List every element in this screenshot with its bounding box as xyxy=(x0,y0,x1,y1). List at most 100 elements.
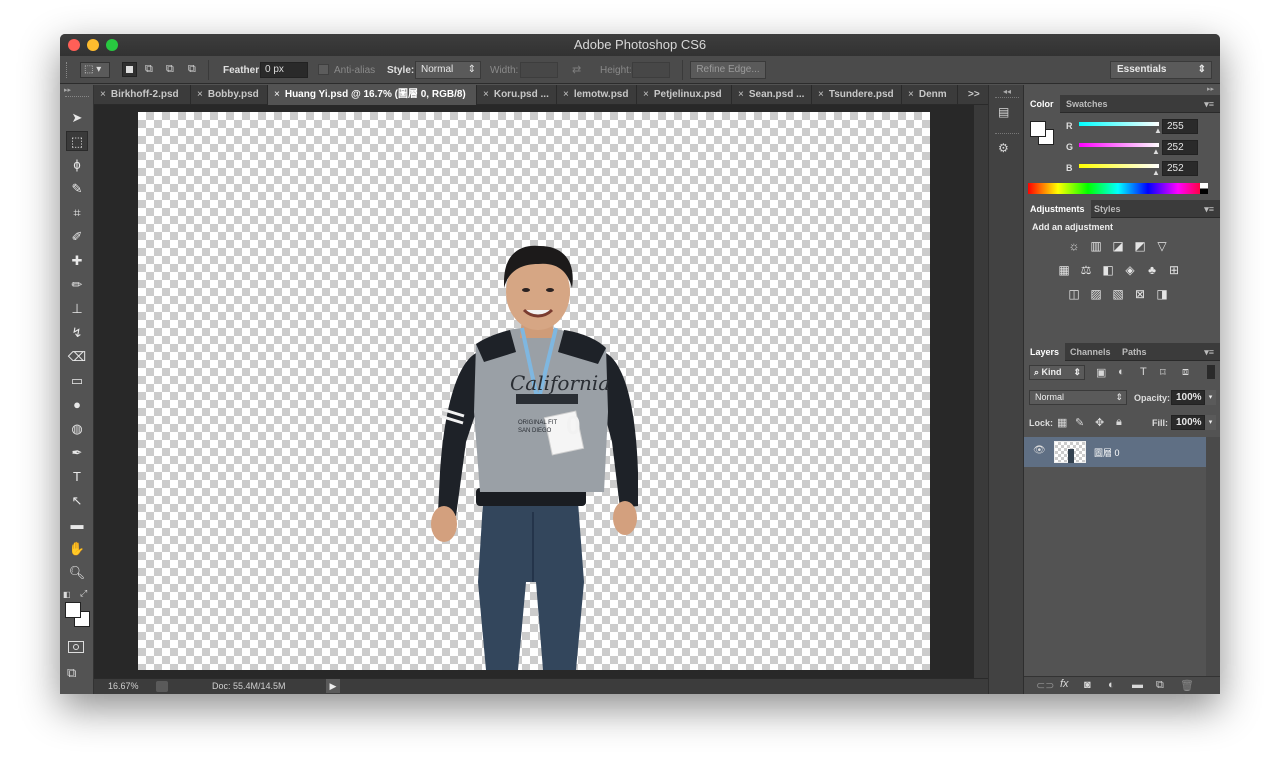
r-slider[interactable] xyxy=(1079,122,1159,126)
grip-handle[interactable] xyxy=(65,96,89,97)
close-tab-icon[interactable]: × xyxy=(197,89,203,100)
panel-menu-icon[interactable]: ▾≡ xyxy=(1204,200,1214,218)
tab-adjustments[interactable]: Adjustments xyxy=(1024,200,1091,218)
b-value-input[interactable]: 252 xyxy=(1162,161,1198,176)
rectangle-tool-icon[interactable]: ▬ xyxy=(66,515,88,535)
status-menu-arrow-icon[interactable]: ▶ xyxy=(326,679,340,693)
tab-channels[interactable]: Channels xyxy=(1064,343,1117,361)
add-mask-icon[interactable]: ◙ xyxy=(1084,679,1091,691)
filter-adjustment-icon[interactable]: ◐ xyxy=(1118,366,1125,378)
height-input[interactable] xyxy=(632,62,670,78)
photo-filter-icon[interactable]: ◈ xyxy=(1122,263,1138,277)
blend-mode-select[interactable]: Normal ⇕ xyxy=(1029,390,1127,405)
eye-visibility-icon[interactable]: 👁︎ xyxy=(1033,445,1046,456)
tab-layers[interactable]: Layers xyxy=(1024,343,1066,361)
pen-tool-icon[interactable]: ✒ xyxy=(66,443,88,463)
tab-birkhoff[interactable]: × Birkhoff-2.psd xyxy=(94,85,191,105)
panel-menu-icon[interactable]: ▾≡ xyxy=(1204,95,1214,113)
tab-koru[interactable]: × Koru.psd ... xyxy=(477,85,557,105)
lasso-tool-icon[interactable]: ϕ xyxy=(66,155,88,175)
tool-preset-picker[interactable]: ⬚ ▾ xyxy=(80,62,110,78)
screen-mode-icon[interactable]: ⧉ xyxy=(67,665,76,681)
tab-paths[interactable]: Paths xyxy=(1116,343,1153,361)
hue-saturation-icon[interactable]: ▦ xyxy=(1056,263,1072,277)
lock-all-icon[interactable]: 🔒︎ xyxy=(1116,416,1122,429)
invert-icon[interactable]: ◫ xyxy=(1066,287,1082,301)
b-slider-thumb-icon[interactable]: ▲ xyxy=(1152,168,1160,177)
quick-selection-tool-icon[interactable]: ✎ xyxy=(66,179,88,199)
tab-color[interactable]: Color xyxy=(1024,95,1060,113)
quick-mask-icon[interactable] xyxy=(68,641,84,653)
color-lookup-icon[interactable]: ⊞ xyxy=(1166,263,1182,277)
tab-petjelinux[interactable]: × Petjelinux.psd xyxy=(637,85,732,105)
posterize-icon[interactable]: ▨ xyxy=(1088,287,1104,301)
r-slider-thumb-icon[interactable]: ▲ xyxy=(1154,126,1162,135)
filter-kind-select[interactable]: ⌕ Kind ⇕ xyxy=(1029,365,1085,380)
collapse-tools-icon[interactable]: ▸▸ xyxy=(64,86,71,94)
crop-tool-icon[interactable]: ⌗ xyxy=(66,203,88,223)
layers-scrollbar[interactable] xyxy=(1206,437,1220,677)
history-panel-icon[interactable]: ▤ xyxy=(998,105,1009,119)
selective-color-icon[interactable]: ⊠ xyxy=(1132,287,1148,301)
path-selection-tool-icon[interactable]: ↖ xyxy=(66,491,88,511)
trash-icon[interactable]: 🗑︎ xyxy=(1180,679,1194,692)
dodge-tool-icon[interactable]: ◍ xyxy=(66,419,88,439)
channel-mixer-icon[interactable]: ♣ xyxy=(1144,263,1160,277)
levels-icon[interactable]: ▥ xyxy=(1088,239,1104,253)
panel-menu-icon[interactable]: ▾≡ xyxy=(1204,343,1214,361)
lock-image-icon[interactable]: ✎ xyxy=(1075,416,1084,429)
type-tool-icon[interactable]: T xyxy=(66,467,88,487)
default-colors-icon[interactable]: ◧ xyxy=(63,590,71,599)
brush-tool-icon[interactable]: ✏ xyxy=(66,275,88,295)
g-value-input[interactable]: 252 xyxy=(1162,140,1198,155)
b-slider[interactable] xyxy=(1079,164,1159,168)
properties-panel-icon[interactable]: ⚙ xyxy=(998,141,1009,155)
anti-alias-checkbox[interactable] xyxy=(318,64,329,75)
gradient-tool-icon[interactable]: ▭ xyxy=(66,371,88,391)
filter-shape-icon[interactable]: ⌑ xyxy=(1160,366,1166,379)
tab-tsundere[interactable]: × Tsundere.psd xyxy=(812,85,902,105)
filter-toggle[interactable] xyxy=(1207,365,1215,379)
zoom-window-button[interactable] xyxy=(106,39,118,51)
close-tab-icon[interactable]: × xyxy=(100,89,106,100)
filter-pixel-icon[interactable]: ▣ xyxy=(1096,366,1106,379)
new-group-icon[interactable]: ▬ xyxy=(1132,679,1143,691)
healing-brush-tool-icon[interactable]: ✚ xyxy=(66,251,88,271)
rectangular-marquee-tool-icon[interactable]: ⬚ xyxy=(66,131,88,151)
tab-denm[interactable]: × Denm xyxy=(902,85,958,105)
close-tab-icon[interactable]: × xyxy=(908,89,914,100)
g-slider-thumb-icon[interactable]: ▲ xyxy=(1152,147,1160,156)
brightness-contrast-icon[interactable]: ☼ xyxy=(1066,239,1082,253)
new-selection-icon[interactable] xyxy=(122,62,137,77)
hand-tool-icon[interactable]: ✋ xyxy=(66,539,88,559)
expand-dock-icon[interactable]: ◂◂ xyxy=(1003,87,1011,96)
new-layer-icon[interactable]: ⧉ xyxy=(1156,679,1164,692)
tab-lemotw[interactable]: × lemotw.psd xyxy=(557,85,637,105)
clone-stamp-tool-icon[interactable]: ⊥ xyxy=(66,299,88,319)
curves-icon[interactable]: ◪ xyxy=(1110,239,1126,253)
close-tab-icon[interactable]: × xyxy=(563,89,569,100)
exposure-icon[interactable]: ◩ xyxy=(1132,239,1148,253)
tab-overflow-button[interactable]: >> xyxy=(968,85,980,105)
layer-name[interactable]: 圖層 0 xyxy=(1094,446,1120,459)
link-layers-icon[interactable]: ⊂⊃ xyxy=(1036,679,1054,692)
tab-huang-yi[interactable]: × Huang Yi.psd @ 16.7% (圖層 0, RGB/8) xyxy=(268,85,477,105)
canvas[interactable]: California ORIGINAL FIT SAN DIEGO 0 xyxy=(138,112,930,670)
opacity-input[interactable]: 100% xyxy=(1171,390,1205,405)
foreground-color-swatch[interactable] xyxy=(1030,121,1046,137)
gradient-map-icon[interactable]: ◨ xyxy=(1154,287,1170,301)
tab-swatches[interactable]: Swatches xyxy=(1060,95,1114,113)
eraser-tool-icon[interactable]: ⌫ xyxy=(66,347,88,367)
tab-bobby[interactable]: × Bobby.psd xyxy=(191,85,268,105)
subtract-from-selection-icon[interactable]: ⧉ xyxy=(166,63,174,76)
close-window-button[interactable] xyxy=(68,39,80,51)
zoom-level[interactable]: 16.67% xyxy=(108,681,139,691)
workspace-select[interactable]: Essentials ⇕ xyxy=(1110,61,1212,79)
blur-tool-icon[interactable]: ● xyxy=(66,395,88,415)
vibrance-icon[interactable]: ▽ xyxy=(1154,239,1170,253)
close-tab-icon[interactable]: × xyxy=(483,89,489,100)
r-value-input[interactable]: 255 xyxy=(1162,119,1198,134)
share-icon[interactable] xyxy=(156,681,168,692)
lock-position-icon[interactable]: ✥ xyxy=(1095,416,1104,429)
close-tab-icon[interactable]: × xyxy=(643,89,649,100)
